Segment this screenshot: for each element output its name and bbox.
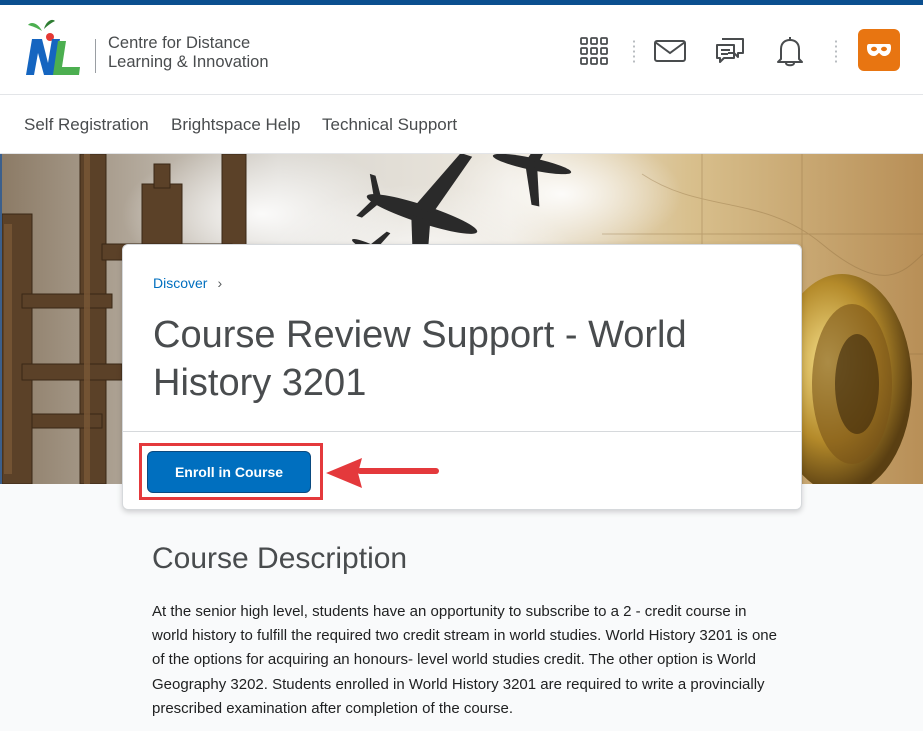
header-separator xyxy=(633,39,635,63)
apps-grid-icon[interactable] xyxy=(576,33,612,69)
nav-self-registration[interactable]: Self Registration xyxy=(24,115,149,135)
user-avatar-icon[interactable] xyxy=(858,29,900,71)
nav-technical-support[interactable]: Technical Support xyxy=(322,115,457,135)
org-name-line1: Centre for Distance xyxy=(108,34,251,52)
pointer-arrow-icon xyxy=(322,455,440,491)
breadcrumb-discover-link[interactable]: Discover xyxy=(153,275,207,291)
chat-icon[interactable] xyxy=(712,33,748,69)
enroll-in-course-button[interactable]: Enroll in Course xyxy=(147,451,311,493)
course-description-heading: Course Description xyxy=(152,542,408,575)
navbar: Self Registration Brightspace Help Techn… xyxy=(0,96,923,154)
nav-brightspace-help[interactable]: Brightspace Help xyxy=(171,115,300,135)
breadcrumb: Discover › xyxy=(153,275,222,291)
course-description-text: At the senior high level, students have … xyxy=(152,603,777,717)
site-header: Centre for Distance Learning & Innovatio… xyxy=(0,5,923,95)
logo-divider xyxy=(95,39,96,73)
bell-icon[interactable] xyxy=(772,33,808,69)
org-name-line2: Learning & Innovation xyxy=(108,53,269,71)
course-title: Course Review Support - World History 32… xyxy=(153,314,687,404)
org-name: Centre for Distance Learning & Innovatio… xyxy=(108,34,269,72)
card-divider xyxy=(123,431,801,432)
mail-icon[interactable] xyxy=(652,33,688,69)
header-separator xyxy=(835,39,837,63)
course-header-card: Discover › Course Review Support - World … xyxy=(122,244,802,510)
chevron-right-icon: › xyxy=(217,275,223,291)
cdli-logo[interactable] xyxy=(22,17,86,83)
